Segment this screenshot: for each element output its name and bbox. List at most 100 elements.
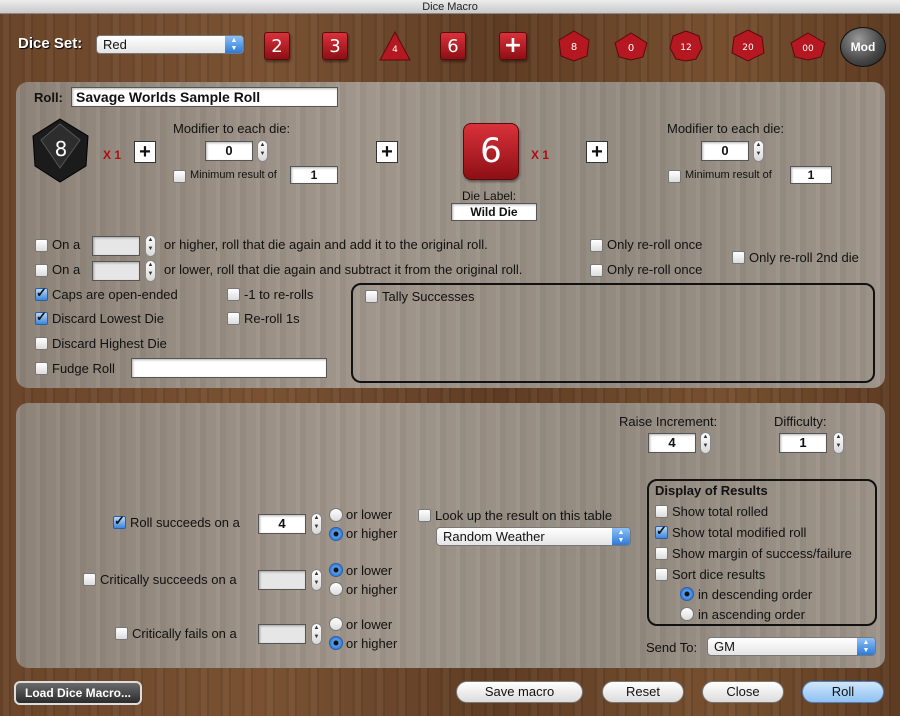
minus1-label: -1 to re-rolls xyxy=(244,287,314,302)
reroll-lower-stepper[interactable]: ▲ ▼ xyxy=(145,260,156,282)
d6-die-icon[interactable]: 6 xyxy=(463,123,519,180)
die2-add-button[interactable]: + xyxy=(586,141,608,163)
die2-min-label: Minimum result of xyxy=(685,169,772,181)
popup-arrow-icon: ▲ ▼ xyxy=(857,638,875,655)
close-button[interactable]: Close xyxy=(702,681,784,703)
fudge-roll-input[interactable] xyxy=(131,358,327,378)
d12-icon[interactable]: 12 xyxy=(669,30,703,62)
die2-min-input[interactable]: 1 xyxy=(790,166,832,184)
difficulty-stepper[interactable]: ▲ ▼ xyxy=(833,432,844,454)
tally-successes-checkbox[interactable] xyxy=(365,290,378,303)
add-die-icon[interactable]: + xyxy=(499,32,527,60)
roll-succeeds-stepper[interactable]: ▲ ▼ xyxy=(311,513,322,535)
die2-minimum-checkbox[interactable] xyxy=(668,170,681,183)
die-label-input[interactable]: Wild Die xyxy=(451,203,537,221)
only-reroll-once-2-checkbox[interactable] xyxy=(590,264,603,277)
succeeds-or-lower-radio[interactable] xyxy=(329,508,343,522)
only-reroll-2nd-checkbox[interactable] xyxy=(732,251,745,264)
minus1-checkbox[interactable] xyxy=(227,288,240,301)
d8-die-shape: 8 xyxy=(32,118,89,183)
on-a-label-1: On a xyxy=(52,237,81,252)
die1-modifier-stepper[interactable]: ▲ ▼ xyxy=(257,140,268,162)
d2-icon[interactable]: 2 xyxy=(264,32,290,60)
only-reroll-once-1-checkbox[interactable] xyxy=(590,239,603,252)
roll-name-input[interactable]: Savage Worlds Sample Roll xyxy=(71,87,338,107)
d100-icon[interactable]: 00 xyxy=(789,30,827,62)
load-dice-macro-button[interactable]: Load Dice Macro... xyxy=(14,681,142,705)
roll-succeeds-checkbox[interactable] xyxy=(113,513,126,529)
crit-succeeds-checkbox[interactable] xyxy=(83,573,96,586)
die1-min-input[interactable]: 1 xyxy=(290,166,338,184)
show-modified-label: Show total modified roll xyxy=(672,525,807,540)
show-margin-label: Show margin of success/failure xyxy=(672,546,852,561)
crit-succ-or-lower-radio[interactable] xyxy=(329,563,343,577)
reroll-higher-stepper[interactable]: ▲ ▼ xyxy=(145,235,156,257)
d6-icon[interactable]: 6 xyxy=(440,32,466,60)
window-title: Dice Macro xyxy=(0,0,900,14)
die-label-caption: Die Label: xyxy=(462,189,517,203)
die2-modifier-stepper[interactable]: ▲ ▼ xyxy=(753,140,764,162)
reroll-1s-checkbox[interactable] xyxy=(227,312,240,325)
show-modified-checkbox[interactable] xyxy=(655,523,668,539)
d20-icon[interactable]: 20 xyxy=(731,29,765,62)
die1-modifier-input[interactable]: 0 xyxy=(205,141,253,161)
roll-succeeds-input[interactable]: 4 xyxy=(258,514,306,534)
crit-succeeds-stepper[interactable]: ▲ ▼ xyxy=(311,569,322,591)
save-macro-button[interactable]: Save macro xyxy=(456,681,583,703)
d10-shape: 0 xyxy=(614,32,648,61)
crit-succeeds-input[interactable] xyxy=(258,570,306,590)
die1-modifier-label: Modifier to each die: xyxy=(173,121,291,136)
sort-ascending-label: in ascending order xyxy=(698,607,805,622)
crit-succ-or-higher-radio[interactable] xyxy=(329,582,343,596)
die1-minimum-checkbox[interactable] xyxy=(173,170,186,183)
reroll-higher-input[interactable] xyxy=(92,236,140,256)
show-margin-checkbox[interactable] xyxy=(655,547,668,560)
reset-button[interactable]: Reset xyxy=(602,681,684,703)
only-reroll-once-1-label: Only re-roll once xyxy=(607,237,703,252)
dice-set-select[interactable]: Red ▲ ▼ xyxy=(96,35,244,54)
crit-fail-or-lower-radio[interactable] xyxy=(329,617,343,631)
reroll-1s-label: Re-roll 1s xyxy=(244,311,300,326)
crit-fails-checkbox[interactable] xyxy=(115,627,128,640)
difficulty-input[interactable]: 1 xyxy=(779,433,827,453)
crit-fail-or-higher-label: or higher xyxy=(346,636,398,651)
die1-add-button[interactable]: + xyxy=(134,141,156,163)
sort-descending-radio[interactable] xyxy=(680,587,694,601)
only-reroll-once-2-label: Only re-roll once xyxy=(607,262,703,277)
d8-die-icon[interactable]: 8 xyxy=(30,118,92,184)
caps-open-checkbox[interactable] xyxy=(35,285,48,301)
reroll-lower-checkbox[interactable] xyxy=(35,264,48,277)
discard-lowest-checkbox[interactable] xyxy=(35,309,48,325)
succeeds-or-higher-radio[interactable] xyxy=(329,527,343,541)
mod-button[interactable]: Mod xyxy=(840,27,886,67)
d10-icon[interactable]: 0 xyxy=(613,30,649,62)
lookup-table-checkbox[interactable] xyxy=(418,509,431,522)
reroll-higher-text: or higher, roll that die again and add i… xyxy=(164,237,488,252)
reroll-higher-checkbox[interactable] xyxy=(35,239,48,252)
crit-fail-or-higher-radio[interactable] xyxy=(329,636,343,650)
crit-fails-stepper[interactable]: ▲ ▼ xyxy=(311,623,322,645)
d8-icon[interactable]: 8 xyxy=(557,30,591,62)
only-reroll-2nd-label: Only re-roll 2nd die xyxy=(749,250,859,265)
d4-icon[interactable]: 4 xyxy=(378,30,412,62)
d3-icon[interactable]: 3 xyxy=(322,32,348,60)
d4-shape: 4 xyxy=(379,30,411,61)
roll-button[interactable]: Roll xyxy=(802,681,884,703)
die2-modifier-input[interactable]: 0 xyxy=(701,141,749,161)
send-to-label: Send To: xyxy=(646,640,698,655)
add-die-button[interactable]: + xyxy=(376,141,398,163)
raise-increment-input[interactable]: 4 xyxy=(648,433,696,453)
popup-arrow-icon: ▲ ▼ xyxy=(225,36,243,53)
d20-shape: 20 xyxy=(731,29,765,62)
show-total-checkbox[interactable] xyxy=(655,505,668,518)
sort-dice-checkbox[interactable] xyxy=(655,568,668,581)
discard-highest-checkbox[interactable] xyxy=(35,337,48,350)
crit-fails-input[interactable] xyxy=(258,624,306,644)
roll-label: Roll: xyxy=(34,90,63,105)
sort-ascending-radio[interactable] xyxy=(680,607,694,621)
reroll-lower-input[interactable] xyxy=(92,261,140,281)
raise-increment-stepper[interactable]: ▲ ▼ xyxy=(700,432,711,454)
lookup-table-select[interactable]: Random Weather ▲ ▼ xyxy=(436,527,631,546)
fudge-roll-checkbox[interactable] xyxy=(35,362,48,375)
send-to-select[interactable]: GM ▲ ▼ xyxy=(707,637,876,656)
